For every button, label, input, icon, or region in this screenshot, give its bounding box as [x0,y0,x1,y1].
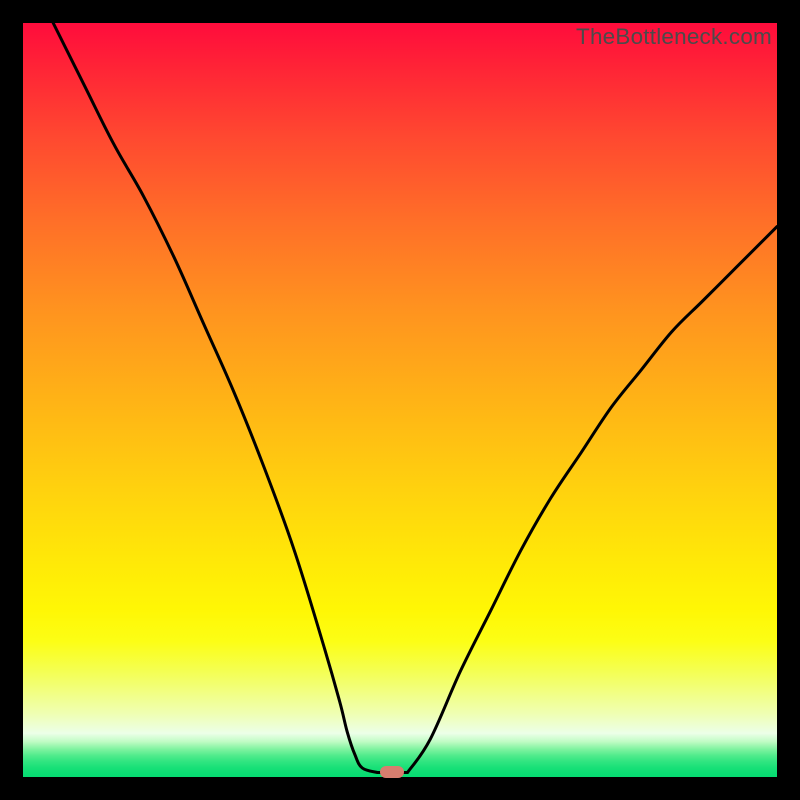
plot-area: TheBottleneck.com [23,23,777,777]
curve-path [53,23,777,773]
chart-frame: TheBottleneck.com [0,0,800,800]
optimal-point-marker [380,766,404,778]
bottleneck-curve [23,23,777,777]
watermark-label: TheBottleneck.com [576,24,772,50]
